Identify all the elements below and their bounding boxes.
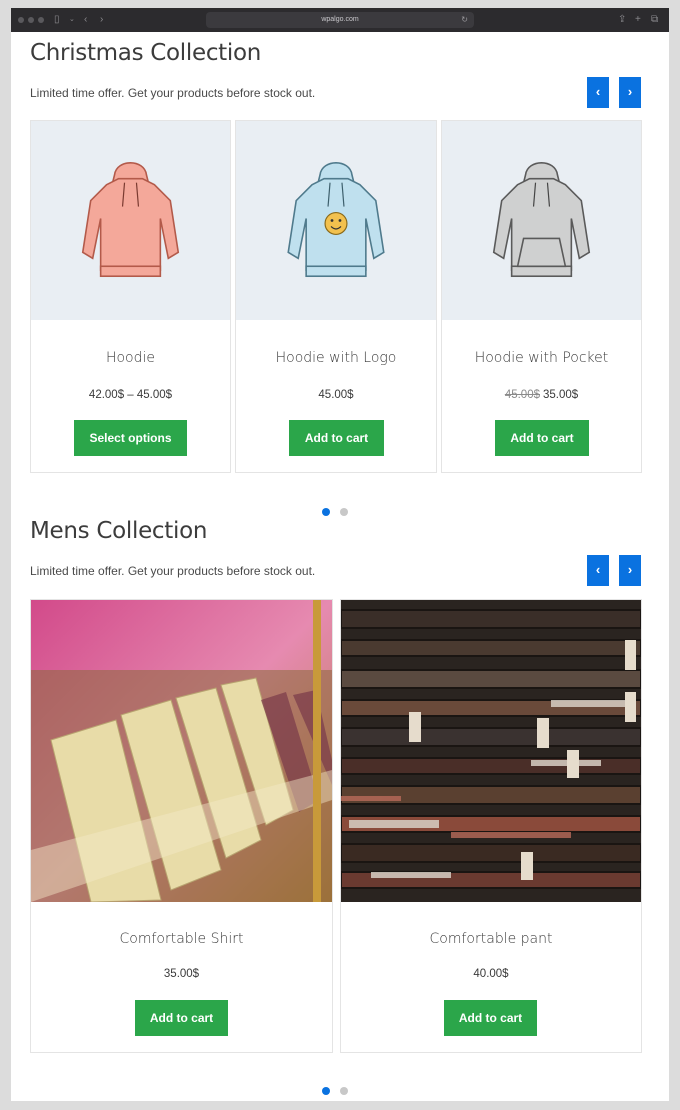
pink-hoodie-icon bbox=[81, 162, 180, 278]
product-price: 45.00$ 35.00$ bbox=[442, 389, 641, 401]
product-image[interactable] bbox=[442, 121, 641, 320]
product-name[interactable]: Comfortable Shirt bbox=[31, 931, 332, 947]
back-icon[interactable]: ‹ bbox=[84, 13, 87, 27]
pagination-dot-active[interactable] bbox=[322, 1087, 330, 1095]
sale-price: 35.00$ bbox=[543, 389, 579, 401]
carousel-next-button[interactable]: › bbox=[619, 77, 641, 108]
original-price: 45.00$ bbox=[504, 389, 540, 401]
browser-window: ▯ ⌄ ‹ › wpalgo.com ↻ ⇪ + ⧉ Christmas Col… bbox=[11, 8, 669, 1101]
product-price: 45.00$ bbox=[318, 389, 354, 401]
product-name[interactable]: Comfortable pant bbox=[341, 931, 641, 947]
carousel-pagination bbox=[322, 508, 348, 516]
url-text: wpalgo.com bbox=[321, 16, 359, 23]
zoom-dot[interactable] bbox=[38, 17, 44, 23]
product-name[interactable]: Hoodie with Logo bbox=[236, 350, 436, 366]
add-to-cart-button[interactable]: Add to cart bbox=[444, 1000, 537, 1036]
select-options-button[interactable]: Select options bbox=[74, 420, 187, 456]
share-icon[interactable]: ⇪ bbox=[618, 13, 626, 27]
carousel-prev-button[interactable]: ‹ bbox=[587, 77, 609, 108]
section-subtitle: Limited time offer. Get your products be… bbox=[30, 86, 316, 100]
add-to-cart-button[interactable]: Add to cart bbox=[135, 1000, 228, 1036]
add-to-cart-button[interactable]: Add to cart bbox=[289, 420, 384, 456]
forward-icon[interactable]: › bbox=[100, 13, 103, 27]
pagination-dot[interactable] bbox=[340, 1087, 348, 1095]
product-price: 42.00$ – 45.00$ bbox=[88, 389, 173, 401]
product-image[interactable] bbox=[341, 600, 641, 902]
sidebar-icon[interactable]: ▯ bbox=[54, 13, 60, 27]
new-tab-icon[interactable]: + bbox=[635, 13, 641, 27]
gray-hoodie-pocket-icon bbox=[492, 162, 591, 278]
product-card[interactable]: Hoodie with Logo 45.00$ Add to cart bbox=[235, 120, 437, 473]
product-card[interactable]: Hoodie 42.00$ – 45.00$ Select options bbox=[30, 120, 231, 473]
chevron-down-icon[interactable]: ⌄ bbox=[69, 13, 75, 27]
add-to-cart-button[interactable]: Add to cart bbox=[495, 420, 589, 456]
pants-stack-photo bbox=[341, 600, 641, 902]
product-price: 40.00$ bbox=[473, 968, 509, 980]
product-image[interactable] bbox=[236, 121, 436, 320]
product-image[interactable] bbox=[31, 600, 332, 902]
tabs-overview-icon[interactable]: ⧉ bbox=[651, 13, 658, 27]
product-name[interactable]: Hoodie bbox=[31, 350, 230, 366]
browser-titlebar: ▯ ⌄ ‹ › wpalgo.com ↻ ⇪ + ⧉ bbox=[11, 8, 669, 32]
pagination-dot[interactable] bbox=[340, 508, 348, 516]
shirt-display-photo bbox=[31, 600, 332, 902]
address-bar[interactable]: wpalgo.com ↻ bbox=[206, 12, 474, 28]
christmas-collection-section: Christmas Collection Limited time offer.… bbox=[30, 38, 642, 518]
mens-collection-section: Mens Collection Limited time offer. Get … bbox=[30, 516, 642, 1096]
reload-icon[interactable]: ↻ bbox=[461, 12, 468, 28]
blue-hoodie-logo-icon bbox=[287, 162, 385, 278]
section-title: Mens Collection bbox=[30, 518, 208, 544]
minimize-dot[interactable] bbox=[28, 17, 34, 23]
window-controls[interactable] bbox=[18, 17, 44, 23]
carousel-prev-button[interactable]: ‹ bbox=[587, 555, 609, 586]
section-subtitle: Limited time offer. Get your products be… bbox=[30, 564, 316, 578]
close-dot[interactable] bbox=[18, 17, 24, 23]
pagination-dot-active[interactable] bbox=[322, 508, 330, 516]
carousel-next-button[interactable]: › bbox=[619, 555, 641, 586]
product-name[interactable]: Hoodie with Pocket bbox=[442, 350, 641, 366]
product-card[interactable]: Hoodie with Pocket 45.00$ 35.00$ Add to c… bbox=[441, 120, 642, 473]
product-price: 35.00$ bbox=[163, 968, 200, 980]
product-card[interactable]: Comfortable Shirt 35.00$ Add to cart bbox=[30, 599, 333, 1053]
product-card[interactable]: Comfortable pant 40.00$ Add to cart bbox=[340, 599, 642, 1053]
product-image[interactable] bbox=[31, 121, 230, 320]
carousel-pagination bbox=[322, 1087, 348, 1095]
section-title: Christmas Collection bbox=[30, 40, 262, 66]
